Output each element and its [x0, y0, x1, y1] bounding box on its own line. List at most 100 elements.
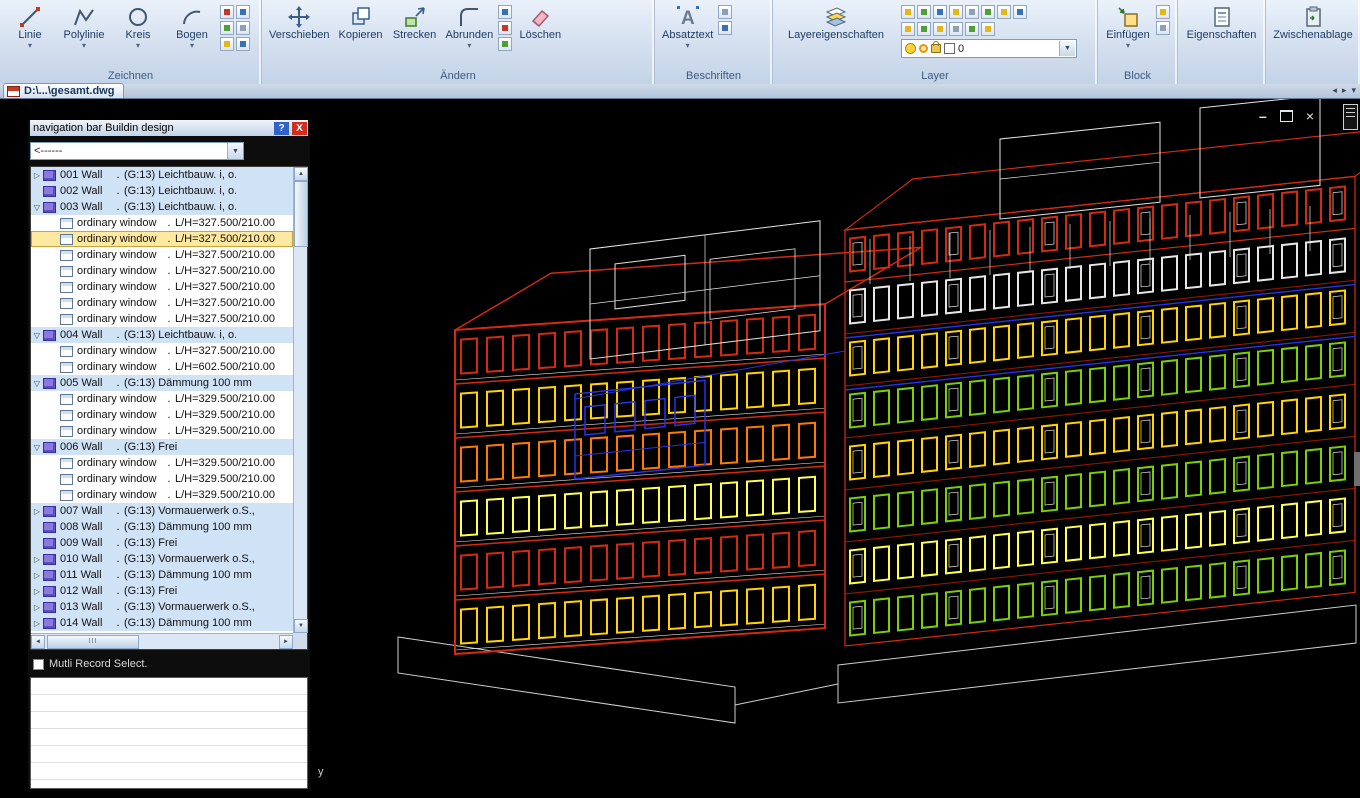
layer-tool-icon[interactable] — [949, 5, 963, 19]
tree-row-window[interactable]: ordinary window.L/H=329.500/210.00 — [31, 471, 293, 487]
zwischenablage-button[interactable]: Zwischenablage — [1270, 1, 1356, 42]
expand-arrow-icon[interactable]: ▽ — [31, 379, 43, 388]
layereigenschaften-button[interactable]: Layereigenschaften — [777, 1, 895, 42]
help-button[interactable]: ? — [274, 122, 289, 135]
tree-row-wall[interactable]: ▷007 Wall.(G:13) Vormauerwerk o.S., — [31, 503, 293, 519]
eigenschaften-button[interactable]: Eigenschaften — [1184, 1, 1260, 42]
tree-row-window[interactable]: ordinary window.L/H=602.500/210.00 — [31, 359, 293, 375]
expand-arrow-icon[interactable]: ▷ — [31, 571, 43, 580]
tree-row-wall[interactable]: ▽004 Wall.(G:13) Leichtbauw. i, o. — [31, 327, 293, 343]
tree-row-window[interactable]: ordinary window.L/H=327.500/210.00 — [31, 343, 293, 359]
palette-close-button[interactable]: X — [292, 122, 307, 135]
dropdown-icon[interactable]: ▾ — [28, 42, 32, 50]
color-swatch[interactable] — [944, 43, 955, 54]
vertical-scroll-thumb[interactable] — [294, 181, 308, 247]
tree-row-wall[interactable]: ▷012 Wall.(G:13) Frei — [31, 583, 293, 599]
horizontal-scrollbar[interactable]: ◄ III ► — [31, 633, 293, 649]
filter-combobox[interactable]: <------ ▼ — [30, 142, 244, 160]
mini-tool-icon[interactable] — [1156, 21, 1170, 35]
mini-tool-icon[interactable] — [220, 21, 234, 35]
sun-icon[interactable] — [919, 44, 928, 53]
dropdown-icon[interactable]: ▾ — [82, 42, 86, 50]
strecken-button[interactable]: Strecken — [389, 1, 441, 42]
table-tool-icon[interactable] — [718, 21, 732, 35]
layer-tool-icon[interactable] — [917, 22, 931, 36]
tab-prev-icon[interactable]: ◂ — [1332, 85, 1337, 96]
tree-row-window[interactable]: ordinary window.L/H=327.500/210.00 — [31, 311, 293, 327]
abrunden-button[interactable]: Abrunden ▾ — [443, 1, 497, 50]
layer-tool-icon[interactable] — [949, 22, 963, 36]
tree-row-wall[interactable]: 002 Wall.(G:13) Leichtbauw. i, o. — [31, 183, 293, 199]
expand-arrow-icon[interactable]: ▷ — [31, 507, 43, 516]
mini-tool-icon[interactable] — [498, 21, 512, 35]
layer-tool-icon[interactable] — [997, 5, 1011, 19]
layer-tool-icon[interactable] — [965, 5, 979, 19]
absatztext-button[interactable]: A Absatztext ▾ — [659, 1, 716, 50]
expand-arrow-icon[interactable]: ▷ — [31, 587, 43, 596]
tree-row-window[interactable]: ordinary window.L/H=329.500/210.00 — [31, 487, 293, 503]
layer-tool-icon[interactable] — [901, 5, 915, 19]
loeschen-button[interactable]: Löschen — [514, 1, 566, 42]
tab-menu-icon[interactable]: ▾ — [1351, 85, 1356, 96]
tree-row-window[interactable]: ordinary window.L/H=329.500/210.00 — [31, 455, 293, 471]
polylinie-button[interactable]: Polylinie ▾ — [58, 1, 110, 50]
layer-tool-icon[interactable] — [1013, 5, 1027, 19]
mini-tool-icon[interactable] — [718, 5, 732, 19]
layer-tool-icon[interactable] — [965, 22, 979, 36]
tree-row-window[interactable]: ordinary window.L/H=327.500/210.00 — [31, 263, 293, 279]
tree-row-window[interactable]: ordinary window.L/H=327.500/210.00 — [31, 247, 293, 263]
mini-tool-icon[interactable] — [236, 37, 250, 51]
dropdown-icon[interactable]: ▾ — [190, 42, 194, 50]
tree-row-window[interactable]: ordinary window.L/H=327.500/210.00 — [31, 279, 293, 295]
tree-row-wall[interactable]: ▷001 Wall.(G:13) Leichtbauw. i, o. — [31, 167, 293, 183]
scroll-up-icon[interactable]: ▲ — [294, 167, 308, 181]
multi-record-checkbox[interactable] — [33, 659, 44, 670]
restore-button[interactable] — [1280, 110, 1293, 122]
lamp-icon[interactable] — [905, 43, 916, 54]
tree-row-wall[interactable]: ▷010 Wall.(G:13) Vormauerwerk o.S., — [31, 551, 293, 567]
dropdown-icon[interactable]: ▾ — [1126, 42, 1130, 50]
tree-row-wall[interactable]: 009 Wall.(G:13) Frei — [31, 535, 293, 551]
mini-tool-icon[interactable] — [220, 5, 234, 19]
expand-arrow-icon[interactable]: ▽ — [31, 443, 43, 452]
expand-arrow-icon[interactable]: ▷ — [31, 171, 43, 180]
verschieben-button[interactable]: Verschieben — [266, 1, 333, 42]
scroll-left-icon[interactable]: ◄ — [31, 635, 45, 649]
tree-row-wall[interactable]: ▷014 Wall.(G:13) Dämmung 100 mm — [31, 615, 293, 631]
bogen-button[interactable]: Bogen ▾ — [166, 1, 218, 50]
linie-button[interactable]: Linie ▾ — [4, 1, 56, 50]
scroll-down-icon[interactable]: ▼ — [294, 619, 308, 633]
layer-tool-icon[interactable] — [933, 5, 947, 19]
tree-row-wall[interactable]: ▷013 Wall.(G:13) Vormauerwerk o.S., — [31, 599, 293, 615]
dropdown-icon[interactable]: ▾ — [136, 42, 140, 50]
canvas-corner-widget[interactable] — [1343, 104, 1358, 130]
tree-row-window[interactable]: ordinary window.L/H=327.500/210.00 — [31, 295, 293, 311]
layer-tool-icon[interactable] — [901, 22, 915, 36]
kopieren-button[interactable]: Kopieren — [335, 1, 387, 42]
record-list-box[interactable] — [30, 677, 308, 789]
tree-row-wall[interactable]: ▽003 Wall.(G:13) Leichtbauw. i, o. — [31, 199, 293, 215]
kreis-button[interactable]: Kreis ▾ — [112, 1, 164, 50]
tree-row-window[interactable]: ordinary window.L/H=327.500/210.00 — [31, 215, 293, 231]
mini-tool-icon[interactable] — [220, 37, 234, 51]
tree-row-wall[interactable]: ▽005 Wall.(G:13) Dämmung 100 mm — [31, 375, 293, 391]
palette-title-bar[interactable]: navigation bar Buildin design ? X — [30, 120, 308, 136]
vertical-scrollbar[interactable]: ▲ ▼ — [293, 167, 307, 633]
einfuegen-button[interactable]: Einfügen ▾ — [1102, 1, 1154, 50]
tree-row-wall[interactable]: ▽006 Wall.(G:13) Frei — [31, 439, 293, 455]
dropdown-icon[interactable]: ▾ — [686, 42, 690, 50]
layer-select[interactable]: 0 ▼ — [901, 39, 1077, 58]
dropdown-icon[interactable]: ▾ — [467, 42, 471, 50]
minimize-button[interactable]: – — [1259, 111, 1267, 121]
mini-tool-icon[interactable] — [236, 5, 250, 19]
tree-row-window[interactable]: ordinary window.L/H=327.500/210.00 — [31, 231, 293, 247]
layer-tool-icon[interactable] — [981, 22, 995, 36]
close-button[interactable]: × — [1306, 110, 1314, 122]
horizontal-scroll-thumb[interactable]: III — [47, 635, 139, 649]
right-scrollbar-thumb[interactable] — [1354, 452, 1360, 486]
layer-tool-icon[interactable] — [933, 22, 947, 36]
mini-tool-icon[interactable] — [1156, 5, 1170, 19]
expand-arrow-icon[interactable]: ▷ — [31, 555, 43, 564]
tree-row-wall[interactable]: ▷011 Wall.(G:13) Dämmung 100 mm — [31, 567, 293, 583]
layer-tool-icon[interactable] — [981, 5, 995, 19]
